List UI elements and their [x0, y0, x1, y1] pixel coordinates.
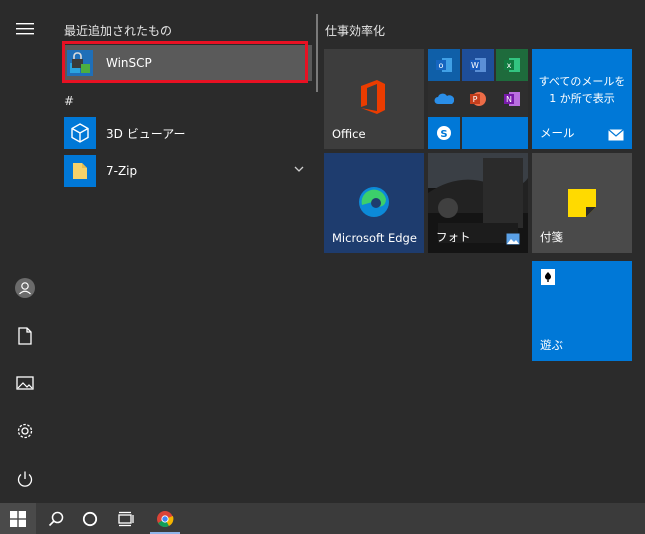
excel-icon: x: [496, 49, 528, 81]
tile-sticky-notes[interactable]: 付箋: [532, 153, 632, 253]
svg-text:o: o: [439, 61, 444, 70]
tile-microsoft-edge[interactable]: Microsoft Edge: [324, 153, 424, 253]
windows-logo-icon: [10, 510, 26, 527]
3d-viewer-icon: [64, 117, 96, 149]
svg-text:W: W: [471, 61, 479, 70]
edge-icon: [359, 187, 389, 217]
pictures-button[interactable]: [0, 360, 50, 406]
svg-text:x: x: [507, 61, 512, 70]
empty-slot: [462, 117, 528, 149]
gear-icon: [17, 423, 33, 439]
tile-photos[interactable]: フォト: [428, 153, 528, 253]
user-avatar-icon: [15, 278, 35, 298]
skype-icon: S: [428, 117, 460, 149]
onenote-icon: N: [496, 83, 528, 115]
svg-text:S: S: [440, 129, 447, 140]
tile-label: Microsoft Edge: [332, 231, 417, 245]
svg-text:N: N: [506, 95, 512, 104]
app-item-7zip[interactable]: 7-Zip: [62, 153, 312, 189]
hamburger-menu-button[interactable]: [0, 6, 50, 52]
photos-icon: [506, 233, 520, 245]
recently-added-header: 最近追加されたもの: [64, 24, 173, 38]
selection-highlight: [62, 41, 308, 83]
tile-label: 遊ぶ: [540, 338, 563, 352]
search-icon: [48, 511, 64, 526]
app-label: 7-Zip: [106, 164, 138, 178]
chevron-down-icon[interactable]: [294, 165, 304, 173]
power-button[interactable]: [0, 456, 50, 502]
chrome-icon: [157, 510, 174, 527]
taskbar-chrome[interactable]: [147, 503, 183, 534]
start-button[interactable]: [0, 503, 36, 534]
app-list-scrollbar[interactable]: [316, 14, 318, 92]
tile-play[interactable]: 遊ぶ: [532, 261, 632, 361]
outlook-icon: o: [428, 49, 460, 81]
start-menu: 最近追加されたもの WinSCP # 3D ビューアー 7-Zip 仕事効率化 …: [0, 0, 645, 503]
cortana-button[interactable]: [72, 503, 108, 534]
picture-icon: [16, 376, 34, 390]
power-icon: [17, 471, 33, 487]
svg-text:P: P: [473, 95, 478, 104]
user-account-button[interactable]: [0, 265, 50, 311]
task-view-icon: [118, 511, 134, 526]
cortana-icon: [82, 511, 98, 526]
tile-label: メール: [540, 126, 575, 140]
tile-label: 付箋: [540, 230, 563, 244]
tile-office[interactable]: Office: [324, 49, 424, 149]
start-rail: [0, 0, 50, 503]
productivity-group-header[interactable]: 仕事効率化: [325, 22, 385, 39]
word-icon: W: [462, 49, 494, 81]
folder-icon: [64, 155, 96, 187]
search-button[interactable]: [38, 503, 74, 534]
tile-mail[interactable]: すべてのメールを 1 か所で表示 メール: [532, 49, 632, 149]
tile-office-apps-folder[interactable]: o W x P N S: [428, 49, 528, 149]
document-icon: [18, 327, 32, 345]
app-label: 3D ビューアー: [106, 126, 186, 141]
taskbar: [0, 503, 645, 534]
mail-tile-text: すべてのメールを 1 か所で表示: [538, 75, 626, 105]
onedrive-icon: [428, 83, 460, 115]
tile-label: フォト: [436, 230, 471, 244]
powerpoint-icon: P: [462, 83, 494, 115]
task-view-button[interactable]: [107, 503, 143, 534]
hamburger-icon: [16, 23, 34, 35]
solitaire-icon: [538, 267, 558, 287]
settings-button[interactable]: [0, 408, 50, 454]
office-icon: [361, 80, 385, 114]
hash-section-header[interactable]: #: [64, 94, 74, 108]
tile-label: Office: [332, 127, 366, 141]
sticky-note-icon: [568, 189, 596, 217]
app-item-3d-viewer[interactable]: 3D ビューアー: [62, 115, 312, 151]
documents-button[interactable]: [0, 313, 50, 359]
mail-icon: [608, 129, 624, 141]
